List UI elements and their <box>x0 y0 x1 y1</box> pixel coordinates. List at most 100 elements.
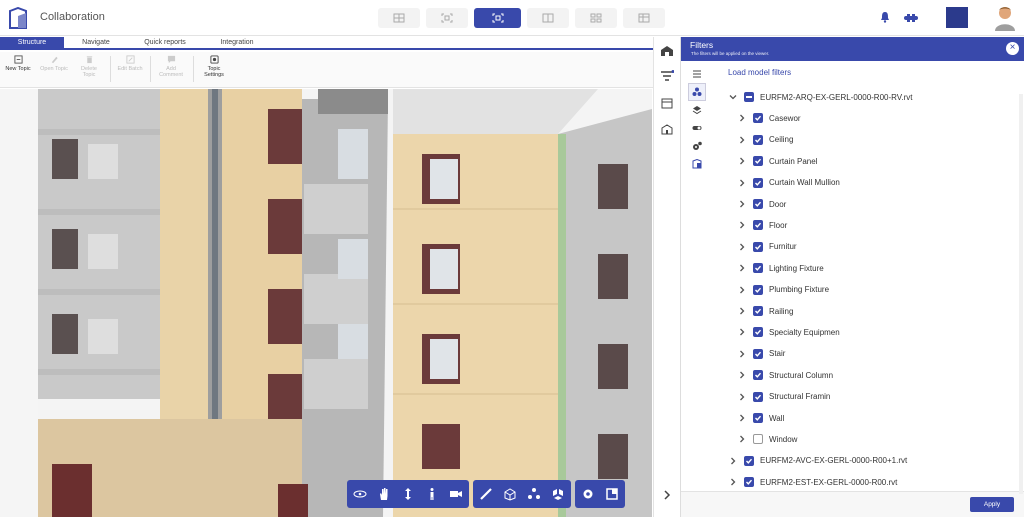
chevron-right-icon[interactable] <box>660 489 674 501</box>
apply-button[interactable]: Apply <box>970 497 1014 512</box>
tab-filter-categories[interactable] <box>688 83 706 101</box>
chevron-right-icon[interactable] <box>738 179 746 187</box>
fullscreen-icon[interactable] <box>605 487 619 501</box>
walk-person-icon[interactable] <box>425 487 439 501</box>
close-icon[interactable]: × <box>1006 42 1019 55</box>
checkbox[interactable] <box>753 113 763 124</box>
tab-integration[interactable]: Integration <box>202 37 272 48</box>
checkbox[interactable] <box>753 391 763 402</box>
checkbox[interactable] <box>753 156 763 167</box>
view-3d-button[interactable] <box>474 8 521 28</box>
tree-category-item[interactable]: Structural Column <box>738 368 833 382</box>
chevron-right-icon[interactable] <box>738 393 746 401</box>
tab-filter-layers[interactable] <box>688 101 706 119</box>
3d-viewer[interactable] <box>38 89 652 517</box>
tree-category-item[interactable]: Furnitur <box>738 240 797 254</box>
tab-filter-toggle[interactable] <box>688 119 706 137</box>
chevron-right-icon[interactable] <box>738 307 746 315</box>
chevron-right-icon[interactable] <box>738 243 746 251</box>
checkbox[interactable] <box>753 434 763 445</box>
add-comment-button[interactable]: Add Comment <box>157 55 185 78</box>
calendar-icon[interactable] <box>660 97 674 109</box>
checkbox[interactable] <box>753 241 763 252</box>
tab-navigate[interactable]: Navigate <box>64 37 128 48</box>
tree-category-item[interactable]: Door <box>738 197 786 211</box>
checkbox[interactable] <box>753 284 763 295</box>
zoom-arrows-icon[interactable] <box>401 487 415 501</box>
delete-topic-button[interactable]: Delete Topic <box>75 55 103 78</box>
chevron-right-icon[interactable] <box>738 371 746 379</box>
chevron-right-icon[interactable] <box>738 328 746 336</box>
tree-model-item[interactable]: EURFM2-AVC-EX-GERL-0000-R00+1.rvt <box>729 454 907 468</box>
home-building-icon[interactable] <box>660 45 674 57</box>
chevron-right-icon[interactable] <box>738 221 746 229</box>
tree-category-item[interactable]: Railing <box>738 304 793 318</box>
tree-category-item[interactable]: Specialty Equipmen <box>738 325 840 339</box>
tab-quick-reports[interactable]: Quick reports <box>128 37 202 48</box>
avatar[interactable] <box>994 5 1016 31</box>
checkbox[interactable] <box>744 455 754 466</box>
checkbox[interactable] <box>744 477 754 488</box>
chevron-right-icon[interactable] <box>738 435 746 443</box>
tree-model-item[interactable]: EURFM2-EST-EX-GERL-0000-R00.rvt <box>729 475 897 489</box>
explode-icon[interactable] <box>551 487 565 501</box>
checkbox[interactable] <box>753 134 763 145</box>
checkbox[interactable] <box>753 220 763 231</box>
chevron-down-icon[interactable] <box>729 93 737 101</box>
view-grid-button[interactable] <box>623 8 665 28</box>
tree-category-item[interactable]: Casewor <box>738 111 801 125</box>
chevron-right-icon[interactable] <box>738 136 746 144</box>
chevron-right-icon[interactable] <box>738 414 746 422</box>
open-topic-button[interactable]: Open Topic <box>40 55 68 72</box>
topic-settings-button[interactable]: Topic Settings <box>200 55 228 78</box>
tree-category-item[interactable]: Window <box>738 432 797 446</box>
orbit-icon[interactable] <box>353 487 367 501</box>
checkbox[interactable] <box>753 263 763 274</box>
tree-category-item[interactable]: Floor <box>738 218 787 232</box>
view-split-button[interactable] <box>426 8 468 28</box>
gear-icon[interactable] <box>581 487 595 501</box>
checkbox[interactable] <box>753 348 763 359</box>
app-logo-icon[interactable] <box>8 7 28 29</box>
tab-structure[interactable]: Structure <box>0 37 64 48</box>
checkbox[interactable] <box>744 92 754 102</box>
measure-icon[interactable] <box>479 487 493 501</box>
building-icon[interactable] <box>660 123 674 135</box>
edit-batch-button[interactable]: Edit Batch <box>116 55 144 72</box>
tree-category-item[interactable]: Stair <box>738 347 785 361</box>
chevron-right-icon[interactable] <box>738 114 746 122</box>
checkbox[interactable] <box>753 327 763 338</box>
chevron-right-icon[interactable] <box>738 200 746 208</box>
chevron-right-icon[interactable] <box>738 264 746 272</box>
tree-category-item[interactable]: Wall <box>738 411 784 425</box>
chevron-right-icon[interactable] <box>729 457 737 465</box>
filter-icon[interactable] <box>660 70 674 82</box>
checkbox[interactable] <box>753 306 763 316</box>
view-single-button[interactable] <box>378 8 420 28</box>
tree-category-item[interactable]: Plumbing Fixture <box>738 283 829 297</box>
connection-icon[interactable] <box>903 13 919 23</box>
chevron-right-icon[interactable] <box>729 478 737 486</box>
checkbox[interactable] <box>753 370 763 381</box>
tree-category-item[interactable]: Lighting Fixture <box>738 261 824 275</box>
checkbox[interactable] <box>753 199 763 209</box>
tree-model-item[interactable]: EURFM2-ARQ-EX-GERL-0000-R00-RV.rvt <box>729 90 912 104</box>
section-box-icon[interactable] <box>503 487 517 501</box>
tab-filter-model[interactable] <box>688 155 706 173</box>
chevron-right-icon[interactable] <box>738 286 746 294</box>
checkbox[interactable] <box>753 413 763 423</box>
camera-icon[interactable] <box>449 487 463 501</box>
chevron-right-icon[interactable] <box>738 157 746 165</box>
filters-scrollbar[interactable] <box>1019 94 1023 494</box>
new-topic-button[interactable]: New Topic <box>4 55 32 72</box>
bell-icon[interactable] <box>880 11 890 23</box>
load-model-filters-link[interactable]: Load model filters <box>728 68 791 77</box>
chevron-right-icon[interactable] <box>738 350 746 358</box>
view-2d-3d-button[interactable] <box>527 8 569 28</box>
tab-filter-list[interactable] <box>688 65 706 83</box>
tree-category-item[interactable]: Curtain Wall Mullion <box>738 176 840 190</box>
model-tree-icon[interactable] <box>527 487 541 501</box>
checkbox[interactable] <box>753 177 763 188</box>
pan-hand-icon[interactable] <box>377 487 391 501</box>
view-quad-button[interactable] <box>575 8 617 28</box>
